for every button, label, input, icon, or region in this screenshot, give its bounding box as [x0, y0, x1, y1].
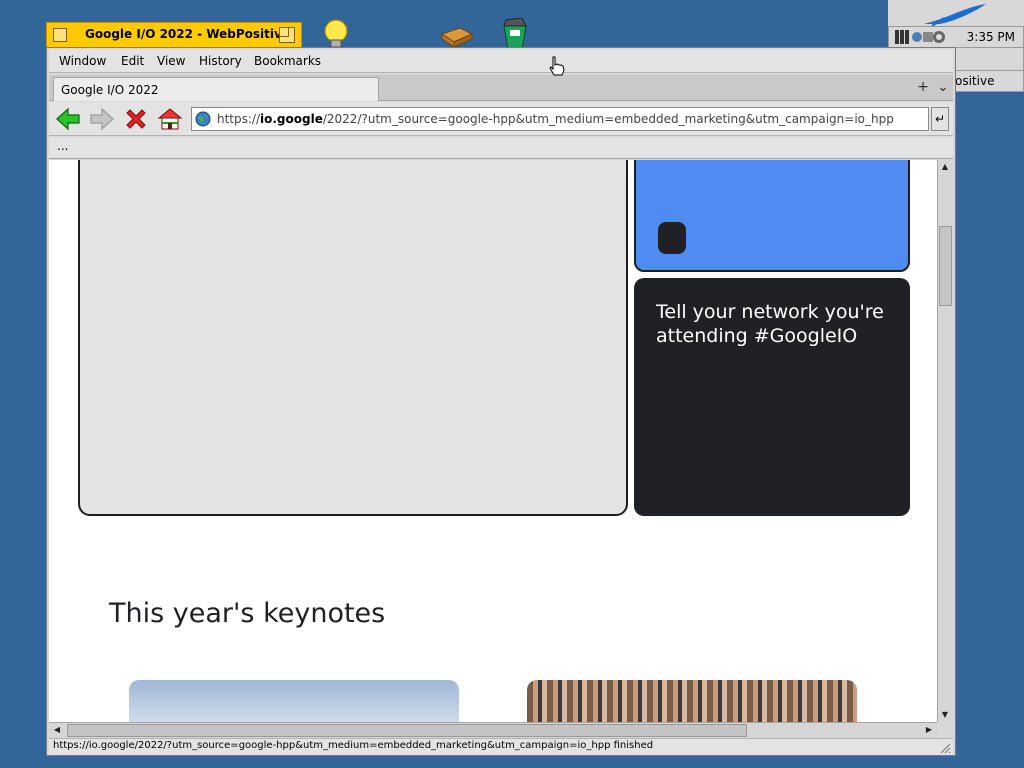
- bookmarks-overflow[interactable]: ...: [57, 139, 68, 153]
- share-card[interactable]: Tell your network you're attending #Goog…: [634, 278, 910, 516]
- menu-bookmarks[interactable]: Bookmarks: [254, 54, 321, 68]
- hand-cursor-icon: [549, 56, 565, 76]
- scroll-down-arrow-icon[interactable]: ▼: [938, 708, 952, 722]
- horizontal-scroll-thumb[interactable]: [67, 724, 747, 737]
- tab-list-button[interactable]: ⌄: [935, 80, 951, 96]
- back-arrow-icon[interactable]: [55, 106, 81, 132]
- browser-window: Window Edit View History Bookmarks Googl…: [46, 47, 956, 756]
- deskbar-clock[interactable]: 3:35 PM: [967, 30, 1015, 44]
- menu-window[interactable]: Window: [59, 54, 106, 68]
- url-host: io.google: [260, 112, 323, 126]
- page-content: Tell your network you're attending #Goog…: [49, 160, 937, 722]
- tray-icons[interactable]: [895, 28, 947, 46]
- go-button[interactable]: ↵: [931, 107, 949, 131]
- globe-icon: [195, 111, 211, 127]
- stop-x-icon[interactable]: [123, 106, 149, 132]
- section-title: This year's keynotes: [109, 598, 386, 629]
- share-card-text[interactable]: Tell your network you're attending #Goog…: [656, 300, 888, 348]
- hero-card: [78, 160, 628, 516]
- feather-logo-icon: [924, 4, 986, 27]
- status-bar: https://io.google/2022/?utm_source=googl…: [49, 738, 953, 755]
- navigation-toolbar: https://io.google/2022/?utm_source=googl…: [49, 102, 953, 136]
- blue-card: [634, 160, 910, 272]
- tab-google-io[interactable]: Google I/O 2022: [53, 77, 379, 101]
- status-text: https://io.google/2022/?utm_source=googl…: [53, 740, 654, 751]
- url-prefix: https://: [217, 112, 261, 126]
- deskbar-logo[interactable]: [888, 0, 1024, 28]
- lightbulb-icon[interactable]: [322, 18, 350, 50]
- scroll-up-arrow-icon[interactable]: ▲: [938, 160, 952, 174]
- new-tab-button[interactable]: +: [915, 80, 931, 96]
- menu-view[interactable]: View: [157, 54, 185, 68]
- keynote-thumbnail[interactable]: [129, 680, 459, 722]
- menu-edit[interactable]: Edit: [121, 54, 144, 68]
- window-tab[interactable]: Google I/O 2022 - WebPositive: [46, 22, 302, 48]
- scroll-right-arrow-icon[interactable]: ▶: [922, 723, 936, 737]
- menubar: Window Edit View History Bookmarks: [49, 49, 953, 73]
- url-text[interactable]: https://io.google/2022/?utm_source=googl…: [217, 112, 894, 126]
- home-icon[interactable]: [157, 106, 183, 132]
- bookmark-bar: ...: [49, 137, 953, 159]
- card-chip: [658, 222, 686, 254]
- url-path: /2022/?utm_source=google-hpp&utm_medium=…: [322, 112, 894, 126]
- window-close-button[interactable]: [53, 28, 67, 42]
- deskbar-tray: 3:35 PM: [888, 26, 1024, 48]
- tab-bar: Google I/O 2022 + ⌄: [49, 75, 953, 101]
- scroll-left-arrow-icon[interactable]: ◀: [50, 723, 64, 737]
- vertical-scroll-thumb[interactable]: [939, 226, 952, 306]
- package-icon[interactable]: [440, 24, 474, 48]
- resize-grip-icon[interactable]: [939, 742, 951, 754]
- keynote-thumbnail[interactable]: [527, 680, 857, 722]
- vertical-scrollbar[interactable]: ▲ ▼: [937, 160, 953, 722]
- forward-arrow-icon[interactable]: [89, 106, 115, 132]
- window-title: Google I/O 2022 - WebPositive: [85, 27, 290, 41]
- menu-history[interactable]: History: [199, 54, 242, 68]
- horizontal-scrollbar[interactable]: ◀ ▶: [49, 722, 937, 738]
- window-zoom-button[interactable]: [279, 27, 295, 43]
- url-bar[interactable]: https://io.google/2022/?utm_source=googl…: [191, 107, 929, 131]
